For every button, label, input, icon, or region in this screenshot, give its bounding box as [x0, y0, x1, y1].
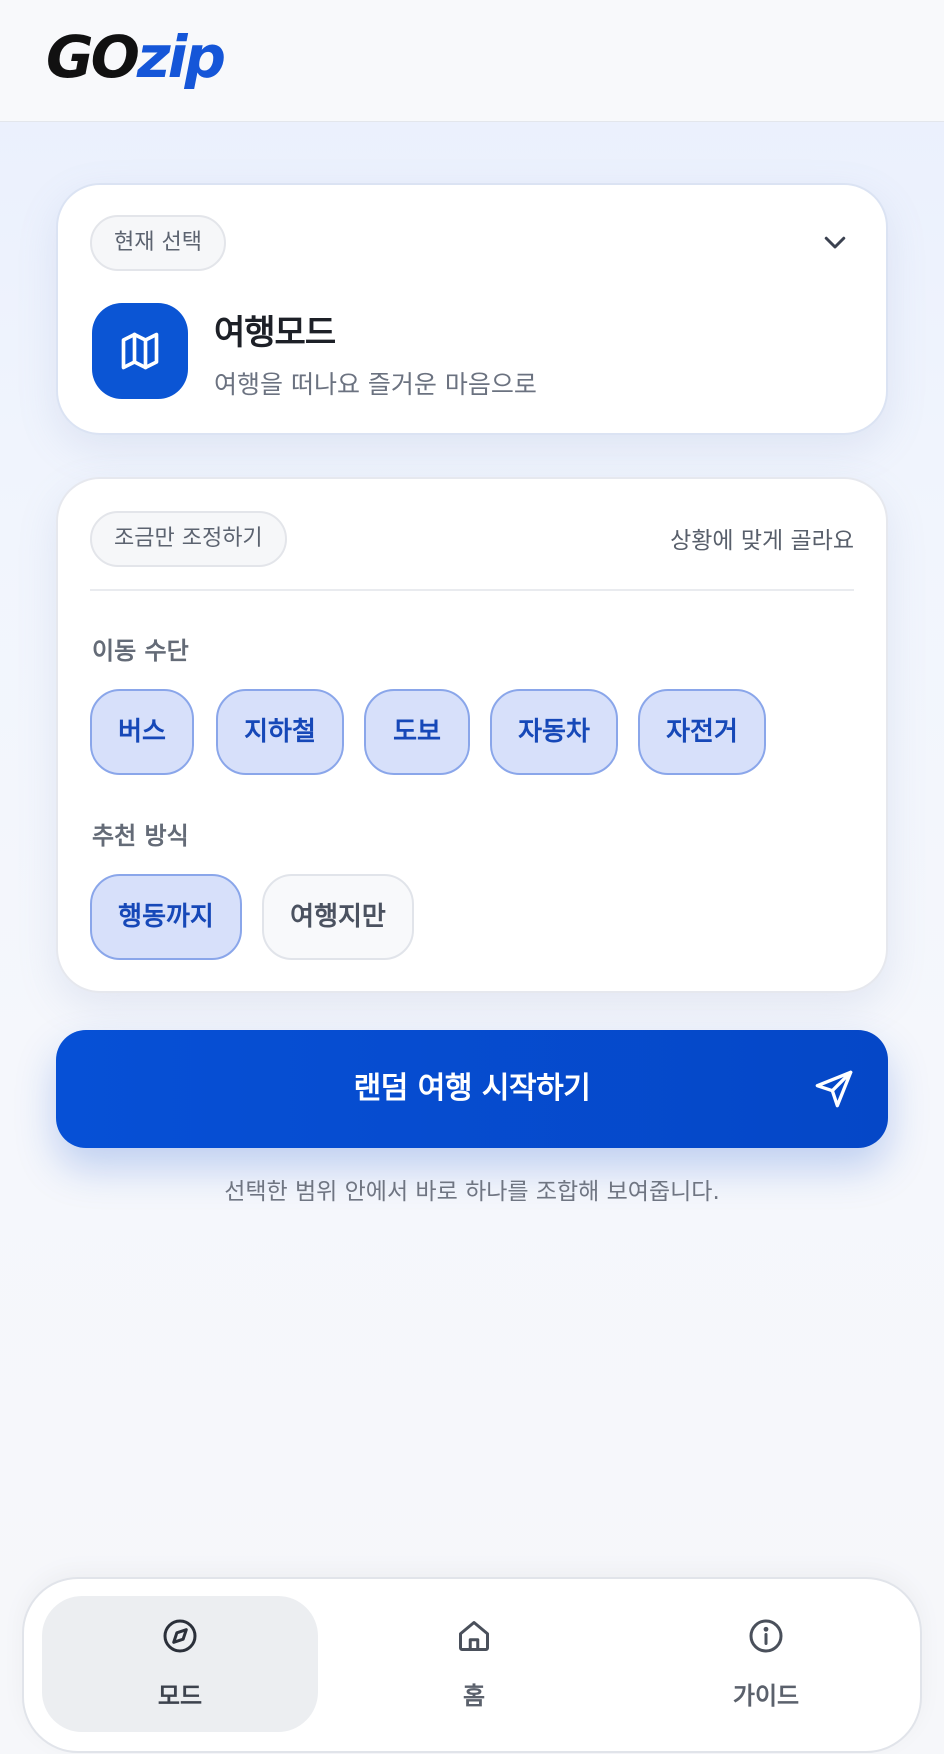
nav-label-guide: 가이드 — [732, 1682, 800, 1710]
compass-icon — [163, 1619, 197, 1653]
divider — [90, 589, 854, 591]
nav-item-home[interactable]: 홈 — [336, 1596, 612, 1732]
chip-bicycle[interactable]: 자전거 — [638, 689, 766, 775]
mode-title: 여행모드 — [214, 313, 336, 353]
nav-item-guide[interactable]: 가이드 — [628, 1596, 904, 1732]
start-random-trip-button[interactable]: 랜덤 여행 시작하기 — [56, 1030, 888, 1148]
map-icon — [121, 332, 159, 370]
current-selection-badge: 현재 선택 — [90, 215, 226, 271]
chevron-down-icon[interactable] — [820, 227, 850, 257]
info-icon — [749, 1619, 783, 1653]
transport-section-title: 이동 수단 — [92, 637, 189, 665]
chip-walk[interactable]: 도보 — [364, 689, 470, 775]
home-icon — [459, 1621, 489, 1651]
chip-bus[interactable]: 버스 — [90, 689, 194, 775]
mode-card[interactable]: 현재 선택 여행모드 여행을 떠나요 즐거운 마음으로 — [56, 183, 888, 435]
mode-subtitle: 여행을 떠나요 즐거운 마음으로 — [214, 370, 537, 399]
send-icon — [815, 1070, 853, 1108]
chip-until-action[interactable]: 행동까지 — [90, 874, 242, 960]
nav-item-mode[interactable]: 모드 — [42, 1596, 318, 1732]
start-note: 선택한 범위 안에서 바로 하나를 조합해 보여줍니다. — [224, 1179, 720, 1205]
adjust-badge: 조금만 조정하기 — [90, 511, 287, 567]
nav-label-mode: 모드 — [157, 1682, 203, 1710]
app-header: GOzip — [0, 0, 944, 122]
chip-car[interactable]: 자동차 — [490, 689, 618, 775]
chip-subway[interactable]: 지하철 — [216, 689, 344, 775]
start-button-label: 랜덤 여행 시작하기 — [353, 1071, 591, 1106]
adjust-card: 조금만 조정하기 상황에 맞게 골라요 이동 수단 버스 지하철 도보 자동차 … — [56, 477, 888, 993]
adjust-hint: 상황에 맞게 골라요 — [670, 528, 854, 554]
mode-icon-tile — [92, 303, 188, 399]
recommend-section-title: 추천 방식 — [92, 822, 189, 850]
nav-label-home: 홈 — [462, 1682, 486, 1710]
chip-destination-only[interactable]: 여행지만 — [262, 874, 414, 960]
bottom-nav: 모드 홈 가이드 — [22, 1577, 922, 1753]
gozip-logo[interactable]: GOzip — [46, 22, 226, 92]
